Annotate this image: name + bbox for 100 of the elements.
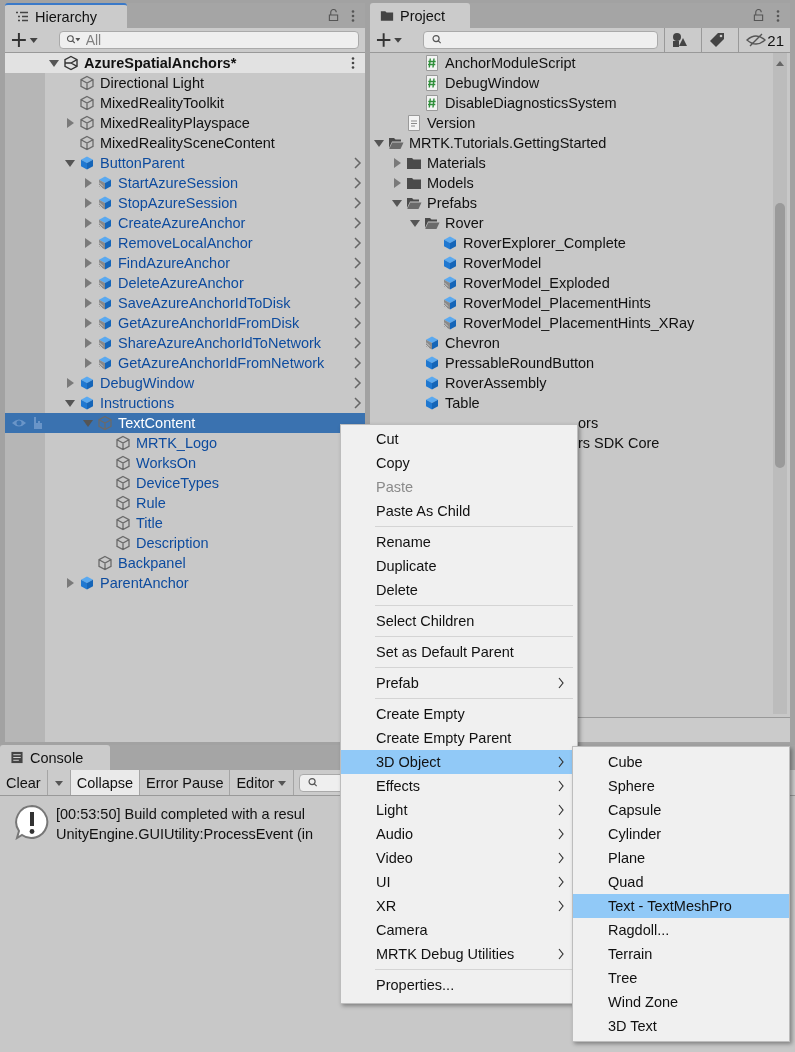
cube-outline-icon [115,535,131,551]
hierarchy-item[interactable]: TextContent [5,413,365,433]
menu-item[interactable]: Create Empty Parent [341,726,577,750]
project-item[interactable]: DebugWindow [370,73,773,93]
dropdown-button[interactable]: Editor [230,770,295,795]
menu-item[interactable]: Select Children [341,609,577,633]
hierarchy-item[interactable]: CreateAzureAnchor [5,213,365,233]
menu-item[interactable]: Set as Default Parent [341,640,577,664]
cube-outline-icon [97,555,113,571]
project-item[interactable]: RoverModel_Exploded [370,273,773,293]
toggle-button[interactable]: Collapse [70,770,141,795]
menu-item[interactable]: Capsule [573,798,789,822]
search-field[interactable]: All [58,31,359,49]
menu-item[interactable]: Ragdoll... [573,918,789,942]
hidden-packages-toggle[interactable]: 21 [738,27,784,53]
tab-label[interactable]: Console [30,749,84,766]
chevron-right-icon[interactable] [352,296,362,310]
more-icon[interactable] [351,56,355,70]
project-item[interactable]: Chevron [370,333,773,353]
hierarchy-item[interactable]: ShareAzureAnchorIdToNetwork [5,333,365,353]
hierarchy-item[interactable]: MixedRealityToolkit [5,93,365,113]
menu-item[interactable]: Plane [573,846,789,870]
menu-item[interactable]: Create Empty [341,702,577,726]
toggle-button[interactable]: Error Pause [140,770,231,795]
chevron-right-icon[interactable] [352,396,362,410]
chevron-right-icon[interactable] [352,156,362,170]
hierarchy-item[interactable]: GetAzureAnchorIdFromNetwork [5,353,365,373]
menu-item[interactable]: 3D Text [573,1014,789,1038]
menu-item[interactable]: Tree [573,966,789,990]
project-item[interactable]: Prefabs [370,193,773,213]
cube-outline-icon [115,495,131,511]
project-item[interactable]: RoverModel [370,253,773,273]
hierarchy-item[interactable]: FindAzureAnchor [5,253,365,273]
chevron-right-icon[interactable] [352,336,362,350]
hierarchy-item[interactable]: Directional Light [5,73,365,93]
chevron-right-icon[interactable] [352,316,362,330]
striped-cube-icon [97,315,113,331]
add-dropdown-icon[interactable] [376,32,403,48]
cube-outline-icon [79,75,95,91]
hierarchy-item[interactable]: ButtonParent [5,153,365,173]
cube-icon [79,395,95,411]
lock-icon[interactable] [753,9,764,22]
chevron-right-icon[interactable] [352,236,362,250]
project-item[interactable]: MRTK.Tutorials.GettingStarted [370,133,773,153]
add-dropdown-icon[interactable] [11,32,39,48]
project-item[interactable]: RoverAssembly [370,373,773,393]
scene-header[interactable]: AzureSpatialAnchors* [5,53,365,73]
striped-cube-icon [442,295,458,311]
hierarchy-item[interactable]: RemoveLocalAnchor [5,233,365,253]
tab-label[interactable]: Project [400,7,446,24]
scrollbar[interactable] [773,53,787,714]
project-item[interactable]: Version [370,113,773,133]
hierarchy-item[interactable]: GetAzureAnchorIdFromDisk [5,313,365,333]
cube-outline-icon [115,515,131,531]
chevron-right-icon[interactable] [352,256,362,270]
menu-item[interactable]: Terrain [573,942,789,966]
project-item[interactable]: Rover [370,213,773,233]
hierarchy-item[interactable]: StartAzureSession [5,173,365,193]
console-icon [10,751,24,764]
tab-label[interactable]: Hierarchy [35,8,98,25]
project-item[interactable]: RoverModel_PlacementHints [370,293,773,313]
hierarchy-item[interactable]: Instructions [5,393,365,413]
scrollbar-thumb[interactable] [775,203,785,468]
cube-outline-icon [115,435,131,451]
hierarchy-item[interactable]: MixedRealitySceneContent [5,133,365,153]
chevron-right-icon[interactable] [352,176,362,190]
chevron-right-icon[interactable] [352,216,362,230]
lock-icon[interactable] [328,9,339,22]
hierarchy-tab[interactable]: Hierarchy [5,3,127,28]
project-item[interactable]: PressableRoundButton [370,353,773,373]
hierarchy-item[interactable]: StopAzureSession [5,193,365,213]
project-item[interactable]: DisableDiagnosticsSystem [370,93,773,113]
menu-item[interactable]: Prefab [341,671,577,695]
menu-item[interactable]: Sphere [573,774,789,798]
project-item[interactable]: RoverModel_PlacementHints_XRay [370,313,773,333]
chevron-right-icon[interactable] [352,276,362,290]
menu-item[interactable]: Quad [573,870,789,894]
clear-button[interactable]: Clear [0,770,48,795]
chevron-right-icon[interactable] [352,356,362,370]
chevron-right-icon[interactable] [352,196,362,210]
hierarchy-item[interactable]: MixedRealityPlayspace [5,113,365,133]
project-item[interactable]: RoverExplorer_Complete [370,233,773,253]
menu-item[interactable]: Wind Zone [573,990,789,1014]
hierarchy-item[interactable]: DebugWindow [5,373,365,393]
scroll-up-arrow-icon[interactable] [775,59,785,67]
project-item[interactable]: Table [370,393,773,413]
cube-outline-icon [79,135,95,151]
hierarchy-item[interactable]: SaveAzureAnchorIdToDisk [5,293,365,313]
console-tab[interactable]: Console [0,745,110,770]
project-item[interactable]: AnchorModuleScript [370,53,773,73]
chevron-right-icon[interactable] [352,376,362,390]
project-tab[interactable]: Project [370,3,470,28]
menu-item[interactable]: Cylinder [573,822,789,846]
search-field[interactable] [422,31,659,49]
project-item[interactable]: Materials [370,153,773,173]
open-folder-icon [406,195,422,211]
project-item[interactable]: Models [370,173,773,193]
log-message[interactable]: [00:53:50] Build completed with a resul UnityEngine.GUIUtility:ProcessEvent (in [56,804,314,844]
hierarchy-item[interactable]: DeleteAzureAnchor [5,273,365,293]
menu-item[interactable]: Text - TextMeshPro [573,894,789,918]
